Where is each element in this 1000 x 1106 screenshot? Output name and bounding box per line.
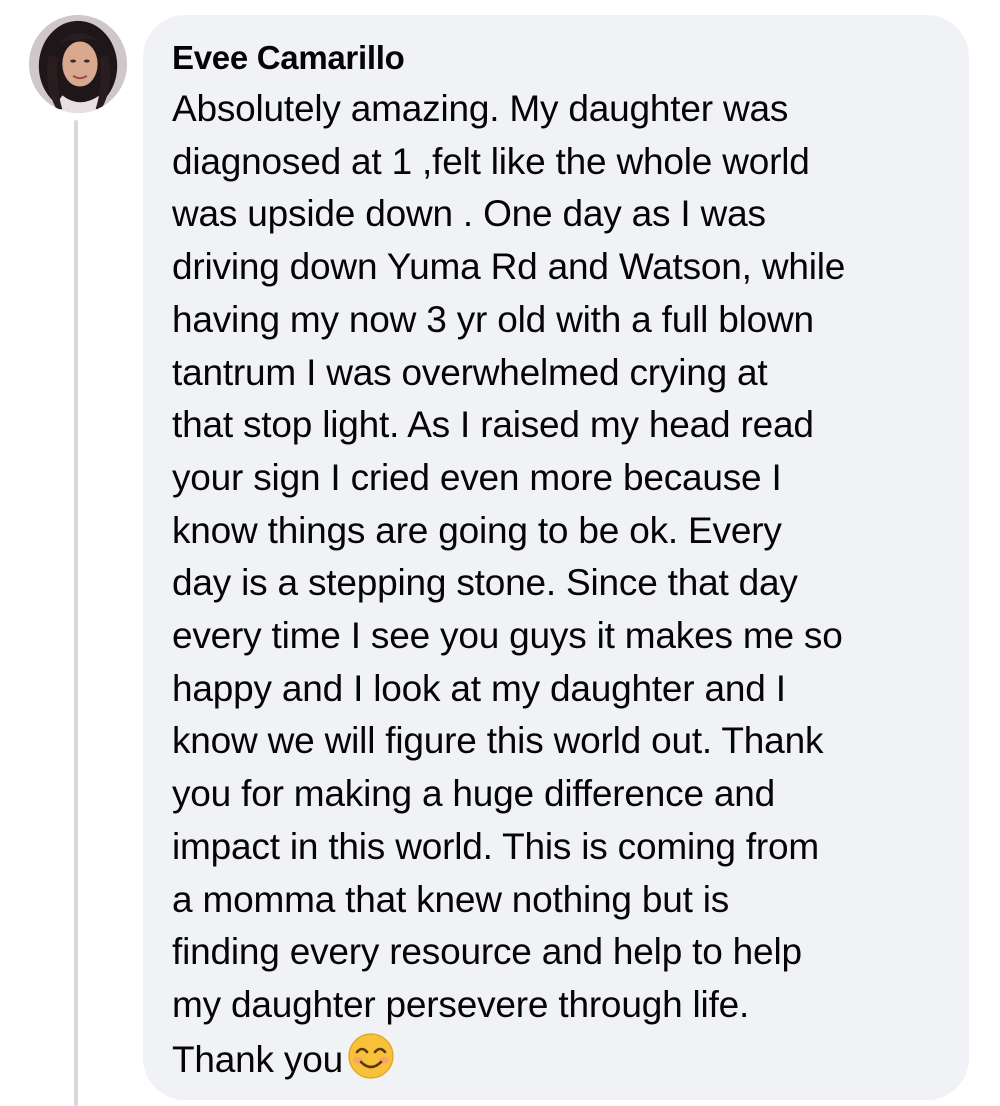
comment-author-name[interactable]: Evee Camarillo (172, 37, 949, 79)
smiling-face-with-smiling-eyes-icon (347, 1032, 395, 1080)
avatar[interactable] (29, 15, 127, 113)
avatar-photo (29, 15, 127, 113)
comment-text: Absolutely amazing. My daughter was diag… (172, 88, 846, 1080)
comment-body: Absolutely amazing. My daughter was diag… (172, 83, 949, 1086)
thread-line (74, 120, 78, 1106)
comment-thread: Evee Camarillo Absolutely amazing. My da… (0, 0, 1000, 1106)
comment-bubble: Evee Camarillo Absolutely amazing. My da… (143, 15, 969, 1100)
